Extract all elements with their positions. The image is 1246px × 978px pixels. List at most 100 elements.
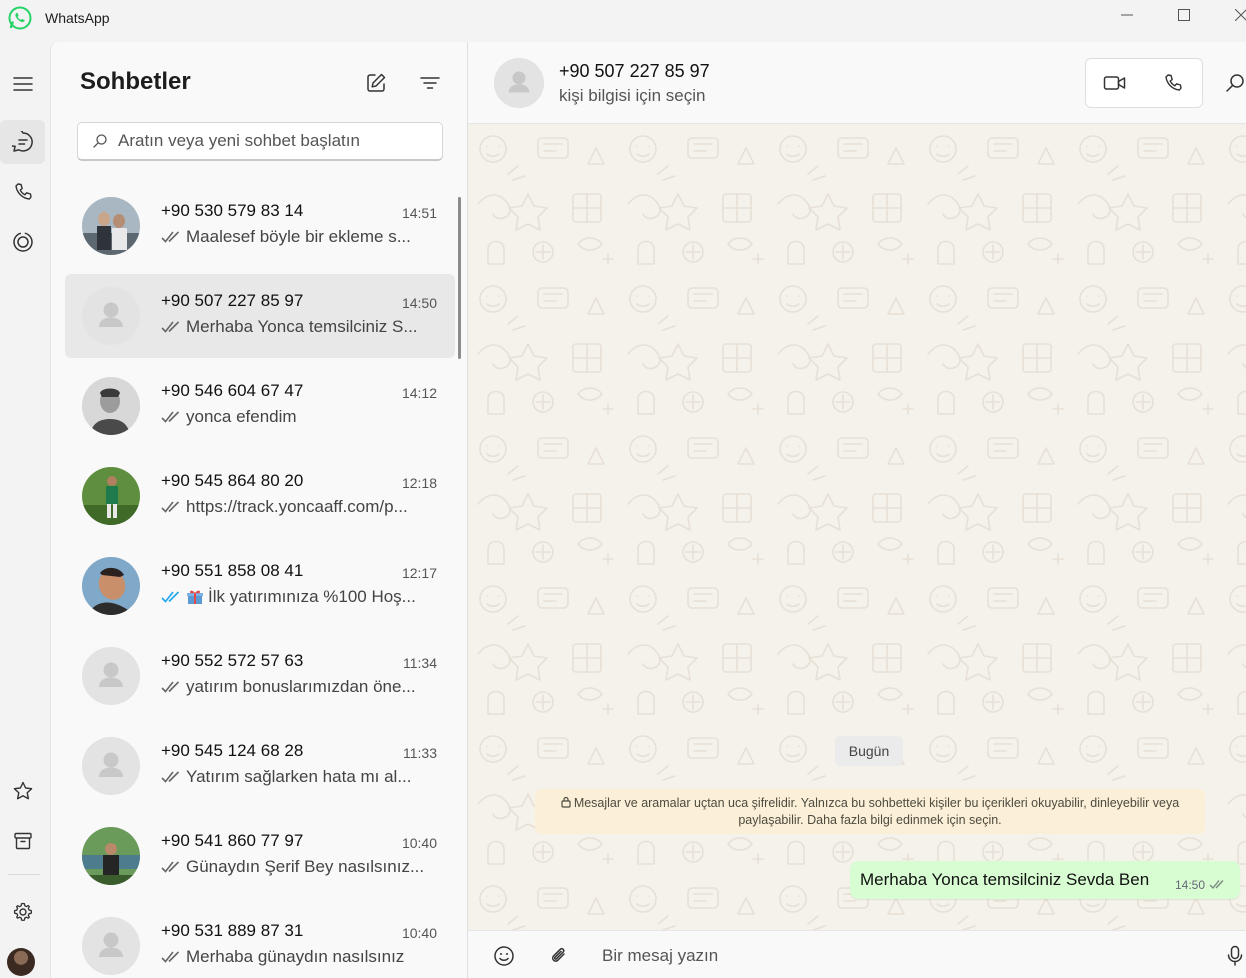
gift-icon — [187, 590, 203, 604]
chat-list-item[interactable]: +90 507 227 85 97 14:50 Merhaba Yonca te… — [65, 274, 455, 358]
chat-time: 10:40 — [401, 925, 437, 941]
profile-avatar[interactable] — [7, 948, 35, 976]
chat-time: 14:50 — [401, 295, 437, 311]
chat-time: 12:18 — [401, 475, 437, 491]
paperclip-icon — [551, 947, 565, 962]
starred-nav-button[interactable] — [0, 769, 45, 813]
conversation-title: +90 507 227 85 97 — [559, 61, 710, 81]
contact-avatar — [82, 827, 140, 885]
settings-nav-button[interactable] — [0, 890, 45, 934]
double-check-icon — [161, 861, 180, 873]
default-avatar-icon — [82, 647, 140, 705]
message-composer — [468, 930, 1246, 978]
title-bar: WhatsApp — [0, 0, 1246, 42]
date-separator: Bugün — [835, 736, 903, 766]
chat-name: +90 551 858 08 41 — [161, 561, 304, 580]
contact-avatar — [82, 197, 140, 255]
voice-message-button[interactable] — [1222, 943, 1246, 969]
chat-preview: yonca efendim — [161, 407, 431, 427]
double-check-icon — [161, 321, 180, 333]
chat-list-scrollbar[interactable] — [458, 197, 461, 359]
chat-preview: İlk yatırımınıza %100 Hoş... — [161, 587, 431, 607]
attach-button[interactable] — [546, 943, 572, 969]
close-icon — [1235, 9, 1246, 21]
compose-icon — [367, 73, 386, 92]
conversation-header[interactable]: +90 507 227 85 97 kişi bilgisi için seçi… — [468, 42, 1246, 124]
default-avatar-icon — [494, 58, 544, 108]
status-nav-button[interactable] — [0, 220, 45, 264]
maximize-button[interactable] — [1161, 0, 1207, 30]
chat-list-item[interactable]: +90 552 572 57 63 11:34 yatırım bonuslar… — [65, 634, 455, 718]
contact-avatar — [82, 557, 140, 615]
status-icon — [12, 232, 33, 252]
chat-name: +90 530 579 83 14 — [161, 201, 304, 220]
chat-preview: Merhaba Yonca temsilciniz S... — [161, 317, 431, 337]
double-check-icon — [1209, 880, 1224, 890]
chat-preview: Merhaba günaydın nasılsınız — [161, 947, 431, 967]
new-chat-button[interactable] — [363, 70, 389, 96]
minimize-button[interactable] — [1104, 0, 1150, 30]
contact-avatar[interactable] — [494, 58, 544, 108]
star-icon — [13, 781, 32, 800]
microphone-icon — [1227, 945, 1243, 966]
chat-name: +90 546 604 67 47 — [161, 381, 304, 400]
chat-list-item[interactable]: +90 545 124 68 28 11:33 Yatırım sağlarke… — [65, 724, 455, 808]
message-input[interactable] — [602, 941, 1192, 971]
rail-divider — [8, 874, 40, 875]
emoji-button[interactable] — [491, 943, 517, 969]
chat-name: +90 531 889 87 31 — [161, 921, 304, 940]
message-text: Merhaba Yonca temsilciniz Sevda Ben — [860, 870, 1150, 889]
message-time: 14:50 — [1175, 878, 1206, 892]
chat-time: 10:40 — [401, 835, 437, 851]
app-title: WhatsApp — [45, 10, 110, 26]
maximize-icon — [1178, 9, 1190, 21]
voice-call-button[interactable] — [1144, 59, 1202, 107]
chat-list-item[interactable]: +90 545 864 80 20 12:18 https://track.yo… — [65, 454, 455, 538]
minimize-icon — [1121, 14, 1133, 16]
nav-rail — [0, 42, 50, 978]
chats-nav-button[interactable] — [0, 120, 45, 164]
chat-time: 14:12 — [401, 385, 437, 401]
search-icon[interactable] — [1224, 72, 1246, 94]
filter-icon — [420, 77, 440, 89]
chat-list-item[interactable]: +90 531 889 87 31 10:40 Merhaba günaydın… — [65, 904, 455, 978]
chat-name: +90 507 227 85 97 — [161, 291, 304, 310]
chat-name: +90 552 572 57 63 — [161, 651, 304, 670]
filter-button[interactable] — [417, 70, 443, 96]
chat-time: 11:34 — [403, 655, 437, 671]
archived-nav-button[interactable] — [0, 819, 45, 863]
chat-preview: Yatırım sağlarken hata mı al... — [161, 767, 431, 787]
chat-list-item[interactable]: +90 530 579 83 14 14:51 Maalesef böyle b… — [65, 184, 455, 268]
chat-name: +90 541 860 77 97 — [161, 831, 304, 850]
chat-time: 14:51 — [401, 205, 437, 221]
chat-list-item[interactable]: +90 541 860 77 97 10:40 Günaydın Şerif B… — [65, 814, 455, 898]
chat-preview: yatırım bonuslarımızdan öne... — [161, 677, 431, 697]
default-avatar-icon — [82, 287, 140, 345]
chat-list-item[interactable]: +90 546 604 67 47 14:12 yonca efendim — [65, 364, 455, 448]
whatsapp-logo-icon — [8, 6, 32, 30]
contact-avatar — [82, 647, 140, 705]
chat-name: +90 545 864 80 20 — [161, 471, 304, 490]
double-check-icon — [161, 771, 180, 783]
menu-button[interactable] — [0, 62, 45, 106]
phone-icon — [1165, 74, 1182, 91]
chats-title: Sohbetler — [80, 68, 191, 95]
search-box — [77, 122, 443, 161]
chat-list-item[interactable]: +90 551 858 08 41 12:17 İlk yatırımınıza… — [65, 544, 455, 628]
search-input[interactable] — [118, 131, 418, 151]
contact-avatar — [82, 377, 140, 435]
call-buttons — [1085, 58, 1203, 108]
calls-nav-button[interactable] — [0, 170, 45, 214]
double-check-blue-icon — [161, 591, 180, 603]
chat-name: +90 545 124 68 28 — [161, 741, 304, 760]
chat-preview: Maalesef böyle bir ekleme s... — [161, 227, 431, 247]
contact-avatar — [82, 917, 140, 975]
chat-icon — [11, 131, 33, 152]
chat-preview: Günaydın Şerif Bey nasılsınız... — [161, 857, 431, 877]
chat-time: 12:17 — [401, 565, 437, 581]
video-call-button[interactable] — [1086, 59, 1144, 107]
encryption-notice[interactable]: Mesajlar ve aramalar uçtan uca şifrelidi… — [535, 789, 1205, 834]
outgoing-message[interactable]: Merhaba Yonca temsilciniz Sevda Ben 14:5… — [850, 861, 1240, 899]
video-camera-icon — [1103, 76, 1126, 90]
close-button[interactable] — [1218, 0, 1246, 30]
